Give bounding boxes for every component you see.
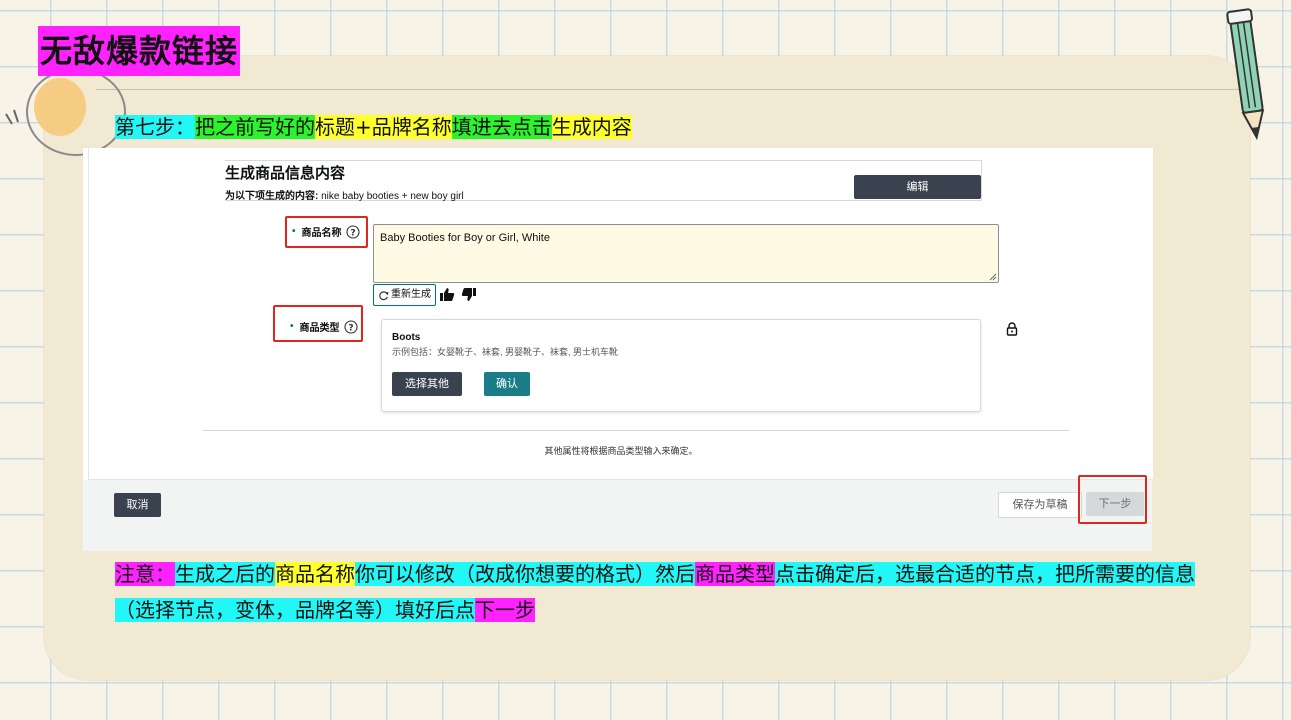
edit-button[interactable]: 编辑 xyxy=(854,175,981,199)
step-text-segment: 生成内容 xyxy=(551,115,632,139)
product-name-value: Baby Booties for Boy or Girl, White xyxy=(380,232,550,244)
attributes-note: 其他属性将根据商品类型输入来确定。 xyxy=(544,446,698,456)
required-mark: • xyxy=(290,321,294,332)
generated-for-label: 为以下项生成的内容: xyxy=(225,191,319,202)
product-type-label-text: 商品类型 xyxy=(299,323,340,334)
pencil-icon xyxy=(1226,8,1265,141)
step-text-segment: 把之前写好的 xyxy=(195,115,315,139)
lock-icon[interactable] xyxy=(1006,322,1018,336)
note-instruction: 注意：生成之后的商品名称你可以修改（改成你想要的格式）然后商品类型点击确定后，选… xyxy=(115,556,1225,628)
product-type-card: Boots 示例包括：女婴靴子、袜套, 男婴靴子、袜套, 男士机车靴 选择其他 … xyxy=(381,319,981,412)
help-circle-icon[interactable]: ? xyxy=(345,224,360,239)
header-rule xyxy=(96,89,1252,90)
regenerate-label: 重新生成 xyxy=(391,289,431,300)
decor-circle xyxy=(26,68,126,156)
note-text-segment: 注意： xyxy=(115,562,175,586)
choose-other-button[interactable]: 选择其他 xyxy=(392,372,462,396)
product-type-name: Boots xyxy=(392,332,421,343)
step-text-segment: 标题+品牌名称 xyxy=(315,115,452,139)
next-button-highlight-box xyxy=(1078,475,1147,524)
note-text-segment: 商品类型 xyxy=(695,562,775,586)
footer-bar xyxy=(83,480,1152,551)
product-type-label: • 商品类型 ? xyxy=(290,319,358,334)
step-text-segment: 第七步： xyxy=(115,115,195,139)
generated-for-value: nike baby booties + new boy girl xyxy=(321,191,464,202)
decor-ticks-icon xyxy=(5,109,19,125)
thumbs-down-icon[interactable] xyxy=(461,287,477,302)
form-divider xyxy=(203,430,1069,431)
thumbs-up-icon[interactable] xyxy=(439,287,455,302)
svg-text:?: ? xyxy=(350,228,355,238)
help-circle-icon[interactable]: ? xyxy=(343,319,358,334)
step-text-segment: 填进去点击 xyxy=(451,115,552,139)
save-draft-button[interactable]: 保存为草稿 xyxy=(998,492,1082,518)
regenerate-button[interactable]: 重新生成 xyxy=(373,284,436,306)
resize-grip-icon[interactable] xyxy=(989,273,997,281)
refresh-icon xyxy=(379,290,389,300)
note-text-segment: 商品名称 xyxy=(275,562,355,586)
step-instruction: 第七步：把之前写好的标题+品牌名称填进去点击生成内容 xyxy=(115,112,632,142)
generated-content-title: 生成商品信息内容 xyxy=(225,165,346,182)
page-title: 无敌爆款链接 xyxy=(38,26,241,76)
required-mark: • xyxy=(292,226,296,237)
note-text-segment: 下一步 xyxy=(475,598,535,622)
product-name-textarea[interactable]: Baby Booties for Boy or Girl, White xyxy=(373,224,999,283)
product-name-label-text: 商品名称 xyxy=(301,228,342,239)
svg-text:?: ? xyxy=(348,323,353,333)
product-type-examples: 示例包括：女婴靴子、袜套, 男婴靴子、袜套, 男士机车靴 xyxy=(392,347,619,357)
generated-for-line: 为以下项生成的内容: nike baby booties + new boy g… xyxy=(225,187,464,202)
cancel-button[interactable]: 取消 xyxy=(114,493,161,517)
embedded-screenshot: 生成商品信息内容 为以下项生成的内容: nike baby booties + … xyxy=(83,148,1153,551)
product-name-label: • 商品名称 ? xyxy=(292,224,360,239)
note-text-segment: 生成之后的 xyxy=(175,562,275,586)
form-panel: 生成商品信息内容 为以下项生成的内容: nike baby booties + … xyxy=(88,148,1153,480)
confirm-button[interactable]: 确认 xyxy=(484,372,530,396)
note-text-segment: 你可以修改（改成你想要的格式）然后 xyxy=(355,562,695,586)
